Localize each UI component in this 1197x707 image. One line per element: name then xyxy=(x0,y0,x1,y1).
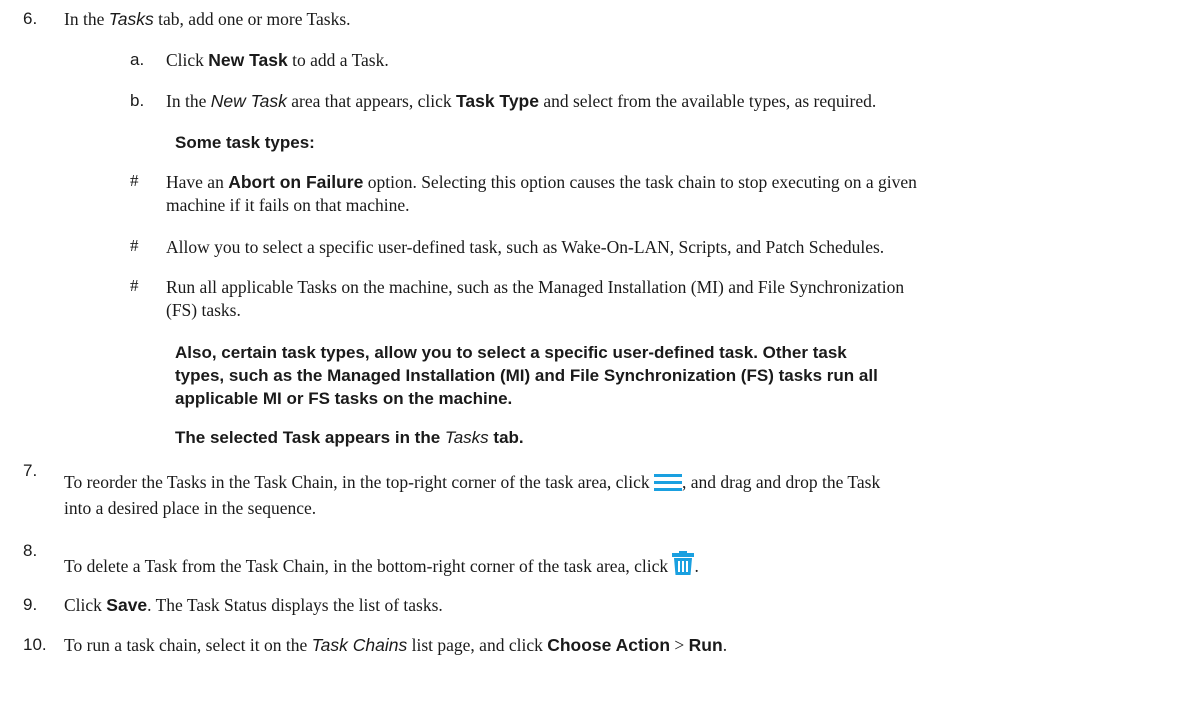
note-selected: The selected Task appears in the Tasks t… xyxy=(175,428,524,447)
substep-text: Click New Task to add a Task. xyxy=(166,50,389,70)
step-text: To delete a Task from the Task Chain, in… xyxy=(64,551,699,581)
step-number: 10. xyxy=(23,635,47,654)
step-text: To run a task chain, select it on the Ta… xyxy=(64,635,728,655)
ui-label: Run xyxy=(688,635,723,655)
step-text: In the Tasks tab, add one or more Tasks. xyxy=(64,9,351,29)
tab-name: Tasks xyxy=(108,9,154,29)
ui-label: Choose Action xyxy=(547,635,671,655)
step-text: Click Save. The Task Status displays the… xyxy=(64,595,443,615)
bullet-text: Allow you to select a specific user-defi… xyxy=(166,237,885,257)
substep-text: In the New Task area that appears, click… xyxy=(166,91,877,111)
note-also: Also, certain task types, allow you to s… xyxy=(175,343,878,408)
note-heading: Some task types: xyxy=(175,133,315,152)
step-number: 8. xyxy=(23,541,38,560)
ui-label: Save xyxy=(106,595,148,615)
bullet-marker: # xyxy=(130,276,139,295)
bullet-text: Have an Abort on Failure option. Selecti… xyxy=(166,172,917,215)
step-text: To reorder the Tasks in the Task Chain, … xyxy=(64,472,881,518)
bullet-text: Run all applicable Tasks on the machine,… xyxy=(166,277,905,320)
bullet-marker: # xyxy=(130,236,139,255)
ui-label: New Task xyxy=(208,50,288,70)
substep-marker: b. xyxy=(130,91,145,110)
step-number: 7. xyxy=(23,461,38,480)
step-number: 9. xyxy=(23,595,38,614)
step-number: 6. xyxy=(23,9,38,28)
bullet-marker: # xyxy=(130,171,139,190)
ui-label: Task Type xyxy=(455,91,539,111)
trash-icon xyxy=(672,551,695,581)
menu-icon xyxy=(654,473,683,497)
substep-marker: a. xyxy=(130,50,145,69)
